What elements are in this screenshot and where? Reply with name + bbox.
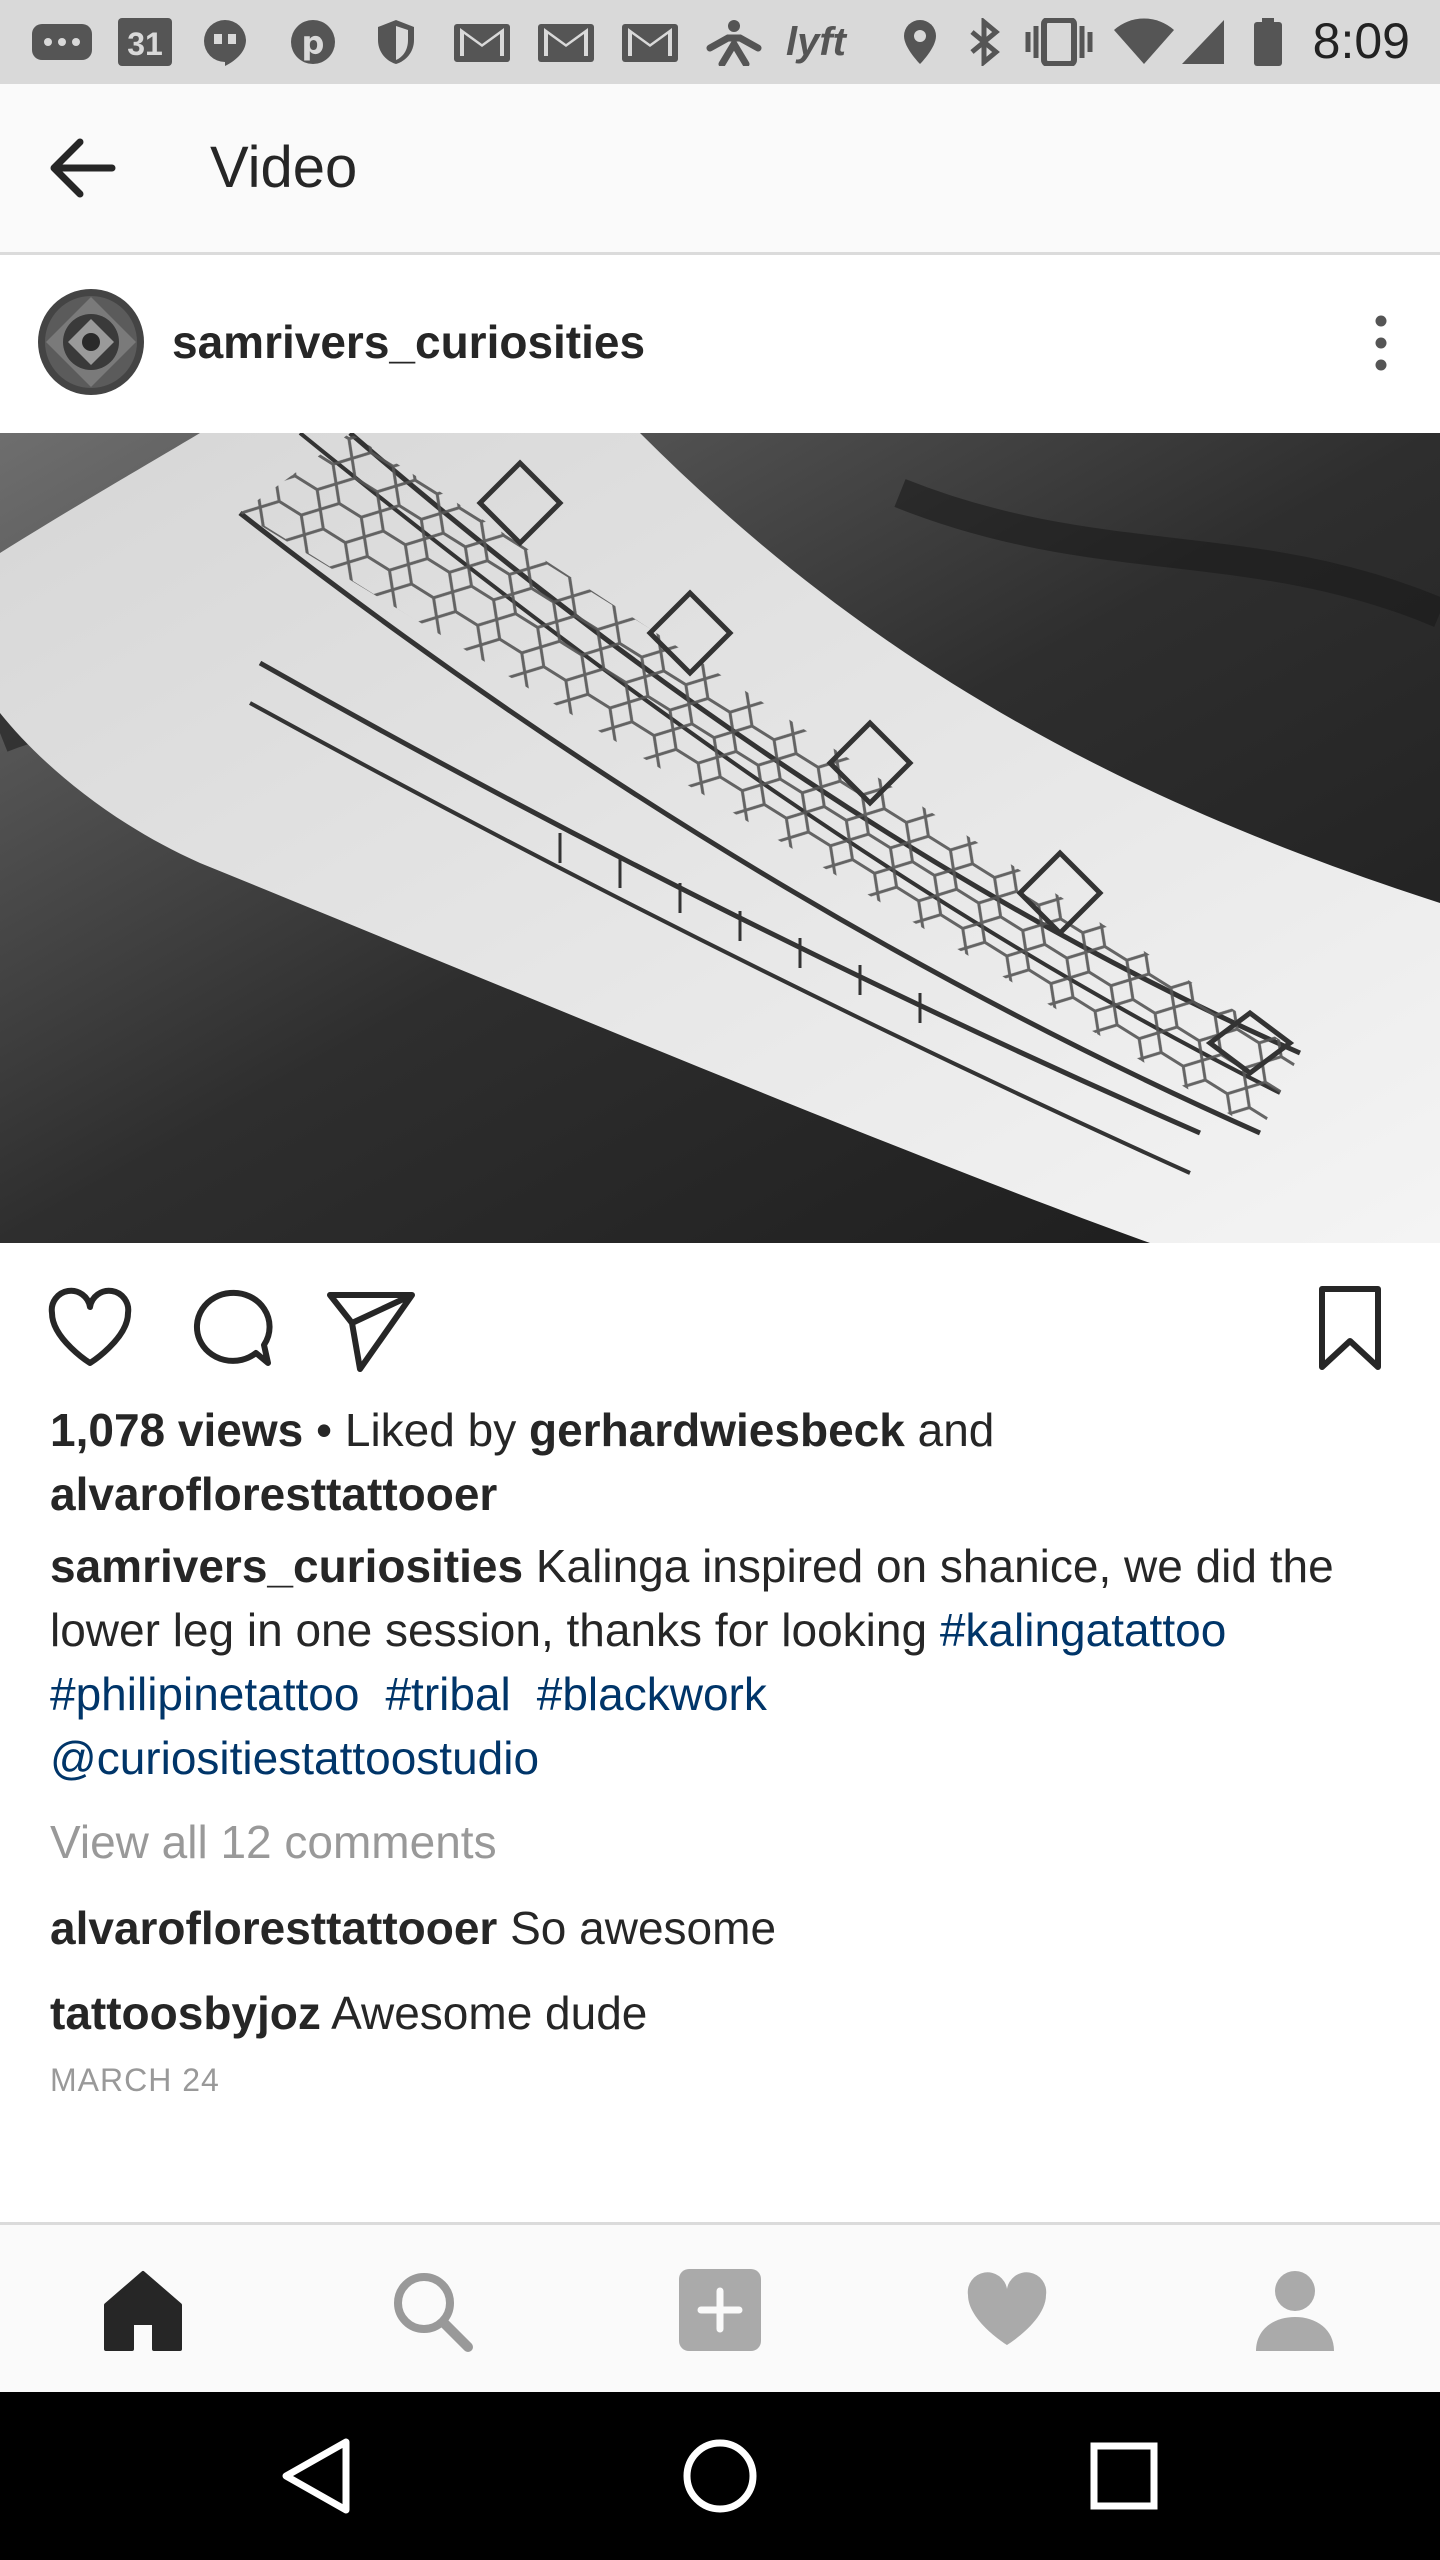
caption-line: lower leg in one session, thanks for loo… (50, 1598, 1226, 1662)
messages-icon (32, 24, 92, 60)
comment: tattoosbyjoz Awesome dude (50, 1981, 647, 2045)
svg-text:p: p (302, 24, 325, 62)
comment: alvarofloresttattooer So awesome (50, 1896, 776, 1960)
bluetooth-icon (970, 18, 1000, 66)
more-options-icon[interactable] (1366, 313, 1396, 373)
caption-text: lower leg in one session, thanks for loo… (50, 1604, 940, 1656)
search-icon[interactable] (386, 2265, 476, 2355)
profile-icon[interactable] (1250, 2265, 1340, 2355)
view-all-comments-link[interactable]: View all 12 comments (50, 1810, 497, 1874)
activity-heart-icon[interactable] (962, 2265, 1052, 2355)
recents-square-icon[interactable] (1082, 2434, 1166, 2518)
back-triangle-icon[interactable] (276, 2434, 360, 2518)
gmail-icon (622, 24, 678, 62)
battery-icon (1254, 18, 1282, 66)
share-direct-icon[interactable] (324, 1283, 416, 1375)
like-heart-icon[interactable] (44, 1283, 136, 1375)
status-bar: 31 p lyft 8:09 (0, 0, 1440, 84)
comment-text: Awesome dude (320, 1987, 648, 2039)
calendar-icon: 31 (118, 18, 172, 66)
home-icon[interactable] (98, 2265, 188, 2355)
gmail-icon (538, 24, 594, 62)
shield-icon (378, 20, 414, 64)
views-likes-line: 1,078 views • Liked by gerhardwiesbeck a… (50, 1398, 994, 1462)
views-count[interactable]: 1,078 views (50, 1404, 303, 1456)
location-icon (904, 20, 936, 64)
page-title: Video (210, 135, 358, 200)
hangouts-icon (204, 19, 246, 66)
gmail-icon (454, 24, 510, 62)
caption-line: #philipinetattoo #tribal #blackwork (50, 1662, 767, 1726)
app-header: Video (0, 84, 1440, 255)
hashtag-link[interactable]: #kalingatattoo (940, 1604, 1226, 1656)
home-circle-icon[interactable] (678, 2434, 762, 2518)
avatar[interactable] (38, 289, 144, 395)
bottom-nav (0, 2222, 1440, 2395)
system-nav-bar (0, 2392, 1440, 2560)
vibrate-icon (1025, 18, 1093, 66)
accessibility-icon (706, 20, 762, 66)
hashtag-link[interactable]: #tribal (385, 1668, 510, 1720)
liker-username[interactable]: alvarofloresttattooer (50, 1462, 497, 1526)
comment-username[interactable]: tattoosbyjoz (50, 1987, 321, 2039)
back-button[interactable] (40, 128, 128, 208)
hashtag-link[interactable]: #philipinetattoo (50, 1668, 359, 1720)
status-clock: 8:09 (1312, 13, 1410, 69)
post-username[interactable]: samrivers_curiosities (172, 315, 645, 369)
bookmark-icon[interactable] (1304, 1283, 1396, 1375)
post-actions (0, 1243, 1440, 1393)
lyft-icon: lyft (786, 20, 846, 64)
pinterest-icon: p (291, 20, 335, 64)
wifi-icon (1114, 18, 1174, 65)
video-frame (0, 433, 1440, 1243)
caption-text: Kalinga inspired on shanice, we did the (523, 1540, 1334, 1592)
liker-username[interactable]: gerhardwiesbeck (529, 1404, 905, 1456)
comment-text: So awesome (497, 1902, 777, 1954)
hashtag-link[interactable]: #blackwork (537, 1668, 767, 1720)
post-date: MARCH 24 (50, 2062, 220, 2098)
post-video[interactable] (0, 433, 1440, 1243)
mention-link[interactable]: @curiositiestattoostudio (50, 1726, 539, 1790)
caption-line: samrivers_curiosities Kalinga inspired o… (50, 1534, 1334, 1598)
caption-author[interactable]: samrivers_curiosities (50, 1540, 523, 1592)
comment-icon[interactable] (184, 1283, 276, 1375)
cell-signal-icon (1182, 20, 1224, 64)
post-header: samrivers_curiosities (0, 255, 1440, 433)
and-text: and (904, 1404, 995, 1456)
comment-username[interactable]: alvarofloresttattooer (50, 1902, 497, 1954)
add-post-icon[interactable] (675, 2265, 765, 2355)
avatar-image (38, 289, 144, 395)
liked-by-text: • Liked by (303, 1404, 529, 1456)
